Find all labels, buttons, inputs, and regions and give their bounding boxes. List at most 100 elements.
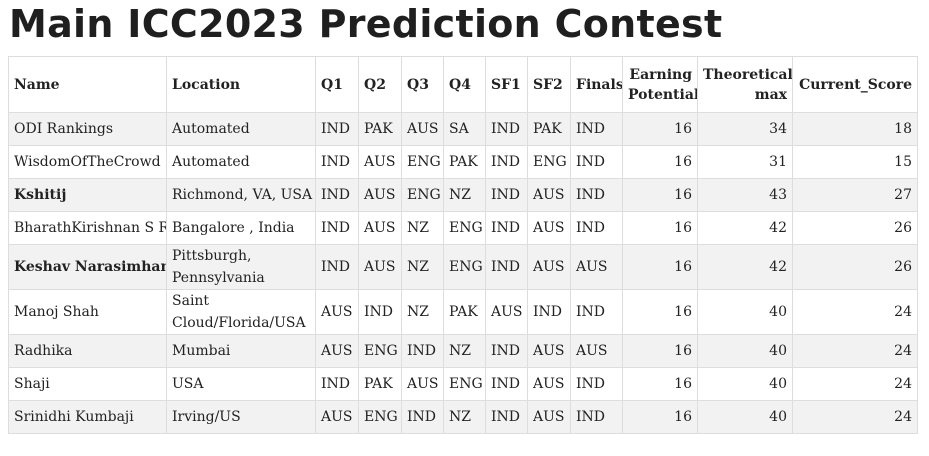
cell-sf1: IND <box>485 112 528 146</box>
column-header-sf2[interactable]: SF2 <box>527 56 571 113</box>
cell-finals: IND <box>570 211 623 245</box>
column-header-theoretical-max[interactable]: Theoretical max <box>697 56 793 113</box>
cell-q4: SA <box>443 112 486 146</box>
column-header-q3[interactable]: Q3 <box>401 56 444 113</box>
column-header-q2[interactable]: Q2 <box>358 56 402 113</box>
cell-sf1: IND <box>485 400 528 434</box>
cell-location: USA <box>166 367 316 401</box>
cell-location: Saint Cloud/Florida/USA <box>166 289 316 335</box>
cell-sf2: AUS <box>527 400 571 434</box>
table-row: Radhika Mumbai AUS ENG IND NZ IND AUS AU… <box>8 334 918 368</box>
cell-sf1: AUS <box>485 289 528 335</box>
cell-q4: ENG <box>443 367 486 401</box>
cell-sf2: AUS <box>527 367 571 401</box>
cell-earning-potential: 16 <box>622 334 698 368</box>
cell-current-score: 24 <box>792 400 918 434</box>
cell-name: Manoj Shah <box>8 289 167 335</box>
cell-theoretical-max: 40 <box>697 289 793 335</box>
cell-sf2: AUS <box>527 244 571 290</box>
cell-sf2: AUS <box>527 211 571 245</box>
page-title: Main ICC2023 Prediction Contest <box>9 2 723 46</box>
column-header-q1[interactable]: Q1 <box>315 56 359 113</box>
cell-q3: AUS <box>401 112 444 146</box>
cell-name: ODI Rankings <box>8 112 167 146</box>
cell-q1: IND <box>315 367 359 401</box>
column-header-sf1[interactable]: SF1 <box>485 56 528 113</box>
column-header-name[interactable]: Name <box>8 56 167 113</box>
cell-q1: IND <box>315 112 359 146</box>
cell-theoretical-max: 31 <box>697 145 793 179</box>
cell-sf1: IND <box>485 244 528 290</box>
cell-sf1: IND <box>485 211 528 245</box>
table-row: Kshitij Richmond, VA, USA IND AUS ENG NZ… <box>8 178 918 212</box>
cell-q2: PAK <box>358 367 402 401</box>
cell-q4: NZ <box>443 334 486 368</box>
cell-q1: AUS <box>315 400 359 434</box>
cell-sf2: PAK <box>527 112 571 146</box>
header-row: Name Location Q1 Q2 Q3 Q4 SF1 SF2 Finals… <box>8 56 918 113</box>
cell-q2: ENG <box>358 400 402 434</box>
table-row: Manoj Shah Saint Cloud/Florida/USA AUS I… <box>8 289 918 335</box>
cell-finals: IND <box>570 178 623 212</box>
cell-q1: AUS <box>315 289 359 335</box>
cell-earning-potential: 16 <box>622 400 698 434</box>
column-header-finals[interactable]: Finals <box>570 56 623 113</box>
leaderboard-table: Name Location Q1 Q2 Q3 Q4 SF1 SF2 Finals… <box>8 56 918 434</box>
cell-location: Automated <box>166 112 316 146</box>
cell-name: Kshitij <box>8 178 167 212</box>
cell-q2: IND <box>358 289 402 335</box>
cell-theoretical-max: 34 <box>697 112 793 146</box>
cell-q1: AUS <box>315 334 359 368</box>
cell-current-score: 24 <box>792 289 918 335</box>
cell-location: Bangalore , India <box>166 211 316 245</box>
cell-finals: IND <box>570 145 623 179</box>
cell-current-score: 26 <box>792 244 918 290</box>
cell-q3: ENG <box>401 145 444 179</box>
cell-sf2: AUS <box>527 178 571 212</box>
cell-q3: AUS <box>401 367 444 401</box>
cell-earning-potential: 16 <box>622 289 698 335</box>
cell-q3: ENG <box>401 178 444 212</box>
cell-sf1: IND <box>485 178 528 212</box>
cell-sf2: ENG <box>527 145 571 179</box>
cell-finals: IND <box>570 367 623 401</box>
cell-name: BharathKirishnan S R <box>8 211 167 245</box>
cell-q4: ENG <box>443 244 486 290</box>
cell-q3: NZ <box>401 211 444 245</box>
cell-theoretical-max: 40 <box>697 334 793 368</box>
cell-q1: IND <box>315 145 359 179</box>
cell-q2: ENG <box>358 334 402 368</box>
cell-theoretical-max: 43 <box>697 178 793 212</box>
cell-name: Shaji <box>8 367 167 401</box>
cell-q1: IND <box>315 244 359 290</box>
cell-location: Richmond, VA, USA <box>166 178 316 212</box>
table-row: BharathKirishnan S R Bangalore , India I… <box>8 211 918 245</box>
cell-sf1: IND <box>485 334 528 368</box>
cell-q1: IND <box>315 211 359 245</box>
cell-q2: AUS <box>358 178 402 212</box>
cell-location: Irving/US <box>166 400 316 434</box>
column-header-q4[interactable]: Q4 <box>443 56 486 113</box>
cell-q4: NZ <box>443 178 486 212</box>
cell-sf1: IND <box>485 367 528 401</box>
cell-current-score: 24 <box>792 334 918 368</box>
cell-q2: PAK <box>358 112 402 146</box>
cell-location: Mumbai <box>166 334 316 368</box>
cell-q3: IND <box>401 400 444 434</box>
column-header-location[interactable]: Location <box>166 56 316 113</box>
cell-finals: AUS <box>570 334 623 368</box>
column-header-current-score[interactable]: Current_Score <box>792 56 918 113</box>
cell-location: Automated <box>166 145 316 179</box>
cell-q1: IND <box>315 178 359 212</box>
column-header-earning-potential[interactable]: Earning Potential <box>622 56 698 113</box>
cell-q3: NZ <box>401 289 444 335</box>
table-row: ODI Rankings Automated IND PAK AUS SA IN… <box>8 112 918 146</box>
cell-earning-potential: 16 <box>622 145 698 179</box>
cell-sf2: IND <box>527 289 571 335</box>
cell-finals: IND <box>570 112 623 146</box>
cell-earning-potential: 16 <box>622 244 698 290</box>
cell-theoretical-max: 42 <box>697 244 793 290</box>
table-row: Keshav Narasimhan Pittsburgh, Pennsylvan… <box>8 244 918 290</box>
cell-theoretical-max: 42 <box>697 211 793 245</box>
cell-location: Pittsburgh, Pennsylvania <box>166 244 316 290</box>
